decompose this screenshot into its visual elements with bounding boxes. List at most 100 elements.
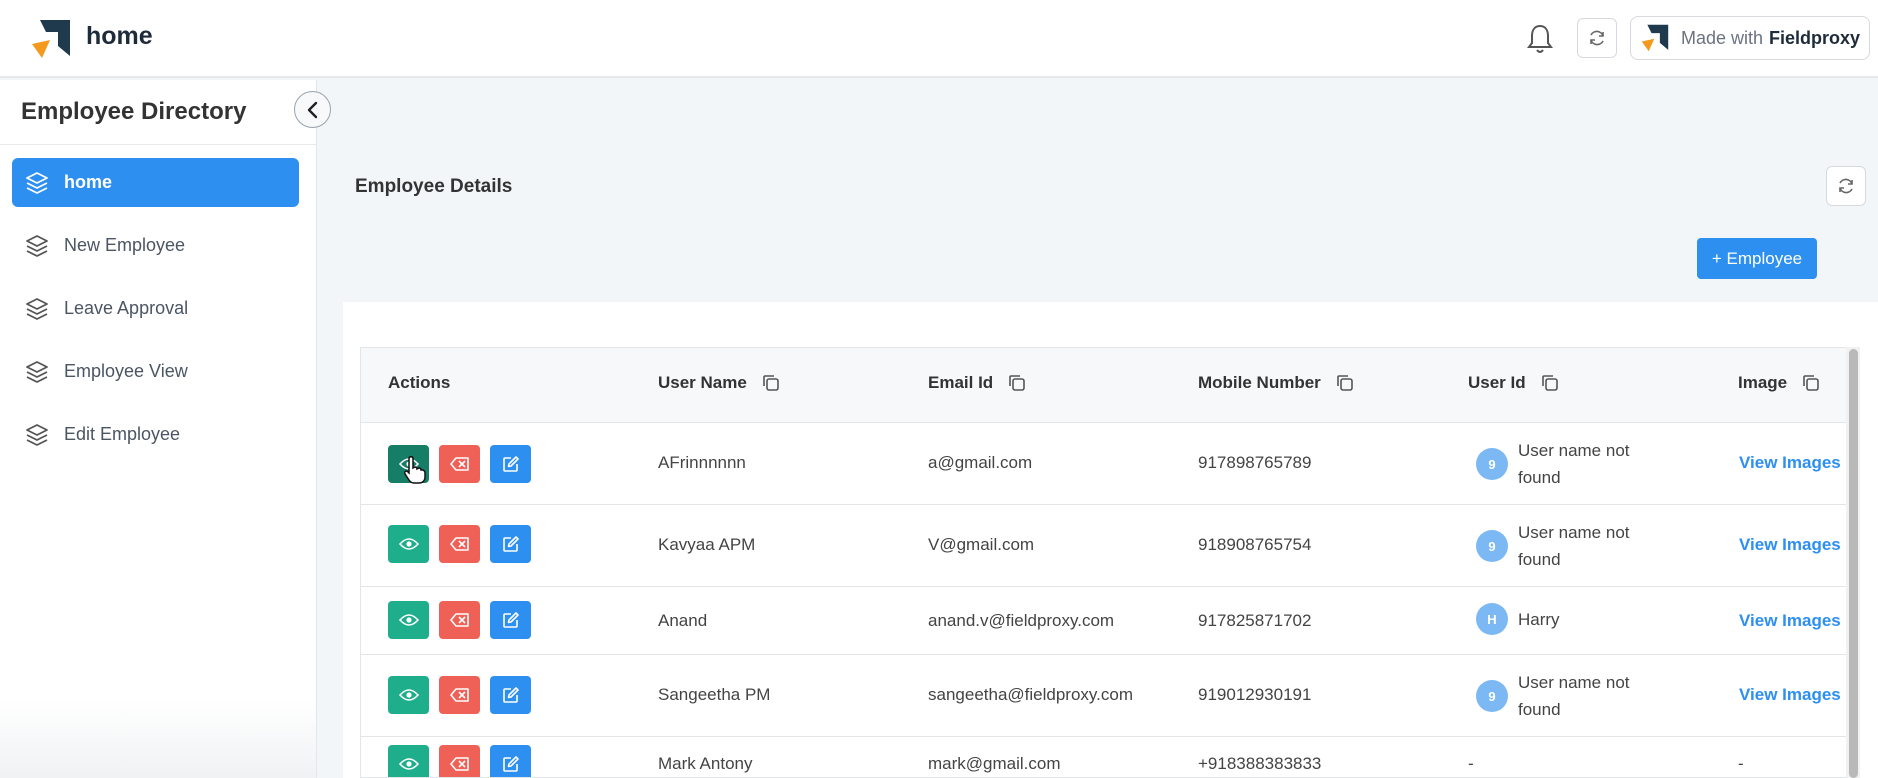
mobile-cell: 919012930191 [1198,685,1312,704]
backspace-icon [449,537,469,551]
row-actions [388,525,531,563]
edit-button[interactable] [490,676,531,714]
view-images-link[interactable]: View Images [1739,611,1841,631]
view-images-link[interactable]: View Images [1739,453,1841,473]
edit-icon [502,687,519,703]
app-title[interactable]: home [86,22,153,51]
edit-icon [502,536,519,552]
eye-icon [398,538,419,550]
delete-button[interactable] [439,601,480,639]
copy-icon[interactable] [1540,373,1560,393]
mobile-cell: 917898765789 [1198,453,1312,472]
refresh-icon [1590,30,1604,46]
section-title: Employee Details [355,176,513,197]
avatar: H [1476,603,1508,635]
delete-button[interactable] [439,745,480,777]
view-button[interactable] [388,745,429,777]
delete-button[interactable] [439,676,480,714]
sidebar-divider [0,144,317,145]
add-employee-button[interactable]: + Employee [1697,238,1817,279]
column-header-actions: Actions [388,373,451,392]
email-cell: sangeetha@fieldproxy.com [928,685,1133,704]
avatar: 9 [1476,680,1508,712]
sidebar-collapse-button[interactable] [294,91,331,128]
layers-icon [26,234,48,257]
mobile-cell: 917825871702 [1198,611,1312,630]
image-cell: - [1738,754,1744,773]
user-id-text: User name not found [1518,441,1630,487]
view-button[interactable] [388,601,429,639]
table-row: AFrinnnnnn a@gmail.com 917898765789 9 Us… [361,423,1859,505]
sidebar-item-employee-view[interactable]: Employee View [12,347,299,396]
column-header-email-id[interactable]: Email Id [928,373,1027,393]
email-cell: a@gmail.com [928,453,1033,472]
bell-icon[interactable] [1525,22,1555,56]
table-row: Kavyaa APM V@gmail.com 918908765754 9 Us… [361,505,1859,587]
layers-icon [26,423,48,446]
delete-button[interactable] [439,445,480,483]
fieldproxy-mini-logo-icon [1641,24,1669,52]
user-name-cell: Anand [658,611,708,630]
made-with-label: Made with [1681,27,1764,48]
backspace-icon [449,688,469,702]
sidebar-item-new-employee[interactable]: New Employee [12,221,299,270]
copy-icon[interactable] [1801,373,1821,393]
sidebar: Employee Directory home New Employee Lea… [0,80,317,778]
table-row: Sangeetha PM sangeetha@fieldproxy.com 91… [361,655,1859,737]
view-button[interactable] [388,676,429,714]
edit-button[interactable] [490,445,531,483]
sidebar-item-label: Employee View [64,361,188,381]
copy-icon[interactable] [761,373,781,393]
row-actions [388,745,531,777]
column-header-mobile-number[interactable]: Mobile Number [1198,373,1355,393]
eye-icon [398,614,419,626]
user-name-cell: Sangeetha PM [658,685,771,704]
edit-icon [502,456,519,472]
row-actions [388,676,531,714]
edit-button[interactable] [490,525,531,563]
backspace-icon [449,457,469,471]
chevron-left-icon [307,101,317,118]
table-scrollbar[interactable] [1846,347,1860,778]
sidebar-item-label: Leave Approval [64,298,189,318]
user-id-cell: - [1468,754,1474,773]
mouse-cursor-icon [404,455,426,484]
copy-icon[interactable] [1007,373,1027,393]
mobile-cell: +918388383833 [1198,754,1322,773]
sidebar-item-home[interactable]: home [12,158,299,207]
column-header-user-name[interactable]: User Name [658,373,781,393]
backspace-icon [449,613,469,627]
layers-icon [26,360,48,383]
view-images-link[interactable]: View Images [1739,685,1841,705]
scrollbar-thumb[interactable] [1849,349,1858,778]
edit-button[interactable] [490,745,531,777]
made-with-badge[interactable]: Made with Fieldproxy [1630,16,1870,60]
avatar: 9 [1476,448,1508,480]
sidebar-title: Employee Directory [21,98,247,125]
header-refresh-button[interactable] [1577,18,1617,58]
delete-button[interactable] [439,525,480,563]
avatar: 9 [1476,530,1508,562]
edit-icon [502,612,519,628]
user-id-text: Harry [1518,609,1560,629]
mobile-cell: 918908765754 [1198,535,1312,554]
top-bar: home Made with Fieldproxy [0,0,1878,78]
layers-icon [26,297,48,320]
copy-icon[interactable] [1335,373,1355,393]
edit-button[interactable] [490,601,531,639]
eye-icon [398,689,419,701]
sidebar-item-leave-approval[interactable]: Leave Approval [12,284,299,333]
column-header-image[interactable]: Image [1738,373,1821,393]
edit-icon [502,756,519,772]
view-images-link[interactable]: View Images [1739,535,1841,555]
email-cell: anand.v@fieldproxy.com [928,611,1115,630]
fieldproxy-logo-icon[interactable] [28,16,74,62]
user-id-cell: 9 User name not found [1476,437,1658,491]
view-button[interactable] [388,525,429,563]
column-header-user-id[interactable]: User Id [1468,373,1560,393]
user-id-text: User name not found [1518,673,1630,719]
sidebar-item-edit-employee[interactable]: Edit Employee [12,410,299,459]
table-refresh-button[interactable] [1826,166,1866,206]
sidebar-item-label: Edit Employee [64,424,181,444]
table-row: Mark Antony mark@gmail.com +918388383833… [361,737,1859,777]
